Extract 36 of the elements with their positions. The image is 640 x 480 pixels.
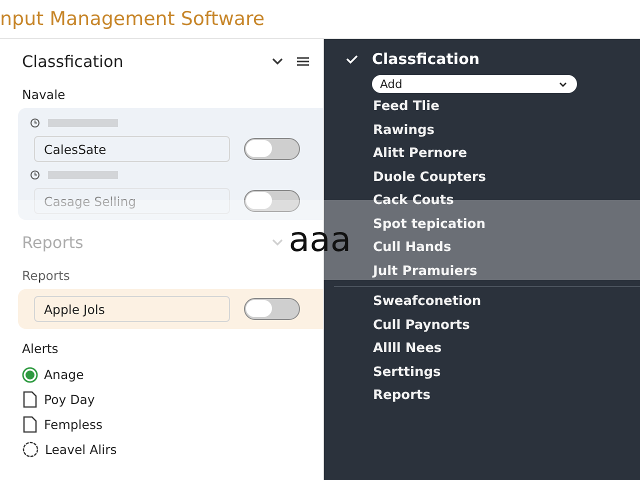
toggle-switch[interactable] bbox=[244, 298, 300, 320]
section-label: Navale bbox=[21, 87, 66, 102]
radio-button[interactable] bbox=[22, 366, 38, 382]
clock-icon bbox=[30, 118, 40, 128]
menu-item[interactable]: Duole Coupters bbox=[324, 166, 640, 189]
alert-label[interactable]: Poy Day bbox=[44, 392, 95, 407]
toggle-switch[interactable] bbox=[244, 138, 300, 160]
dropdown[interactable]: Add bbox=[372, 75, 577, 93]
text-field[interactable]: CalesSate bbox=[34, 136, 230, 162]
menu-item[interactable]: Alitt Pernore bbox=[324, 142, 640, 166]
section-label: Reports bbox=[21, 268, 71, 283]
menu-title: Classfication bbox=[372, 50, 480, 68]
menu-item[interactable]: Cack Couts bbox=[324, 189, 640, 212]
toggle-switch[interactable] bbox=[244, 190, 300, 212]
menu-item[interactable]: Feed Tlie bbox=[324, 95, 640, 118]
clock-icon bbox=[30, 170, 40, 180]
check-icon bbox=[346, 54, 358, 64]
chevron-down-icon[interactable] bbox=[272, 58, 283, 64]
menu-item[interactable]: Reports bbox=[324, 384, 640, 408]
menu-item[interactable]: Cull Paynorts bbox=[324, 314, 640, 337]
text-field[interactable]: Apple Jols bbox=[34, 296, 230, 322]
menu-item[interactable]: Serttings bbox=[324, 360, 640, 384]
menu-item[interactable]: Sweafconetion bbox=[324, 290, 640, 314]
menu-item[interactable]: Allll Nees bbox=[324, 337, 640, 360]
text-placeholder-bar bbox=[48, 119, 118, 127]
alert-label[interactable]: Leavel Alirs bbox=[45, 442, 117, 457]
alert-label[interactable]: Anage bbox=[44, 367, 84, 382]
section-label: Alerts bbox=[21, 341, 60, 356]
menu-item[interactable]: Rawings bbox=[324, 118, 640, 142]
menu-icon[interactable] bbox=[297, 56, 309, 66]
panel-title: Reports bbox=[22, 232, 84, 252]
menu-item[interactable]: Jult Pramuiers bbox=[324, 260, 640, 283]
alert-label[interactable]: Fempless bbox=[44, 417, 102, 432]
text-placeholder-bar bbox=[48, 171, 118, 179]
caret-icon bbox=[559, 82, 567, 86]
panel-title: Classfication bbox=[22, 52, 124, 70]
